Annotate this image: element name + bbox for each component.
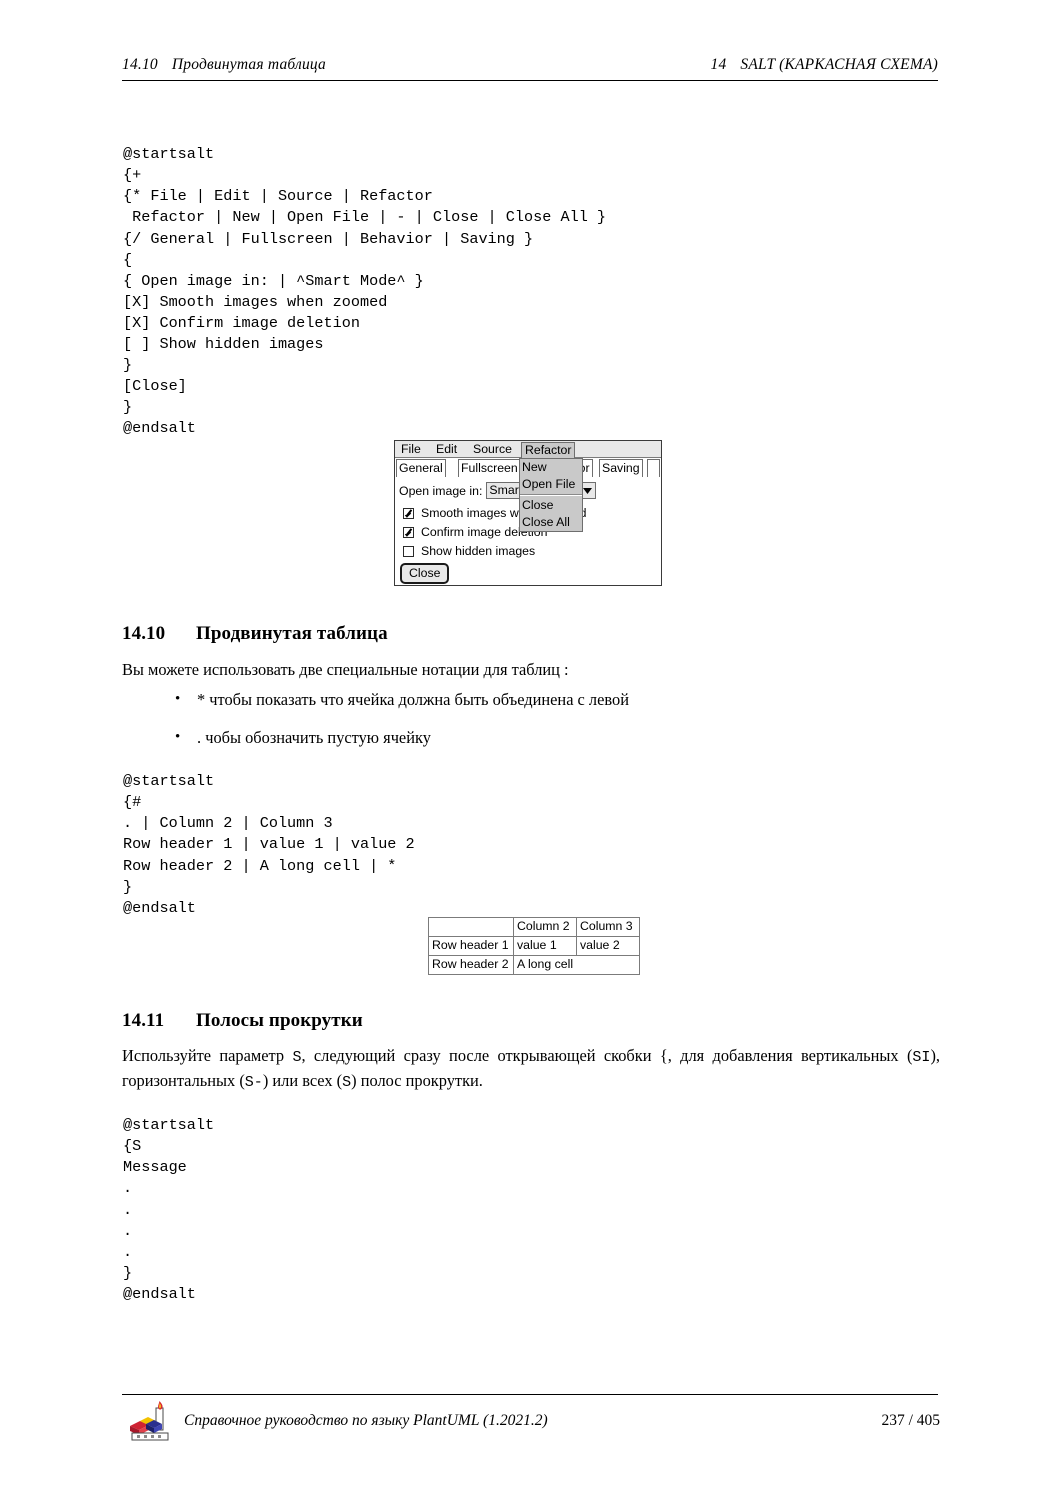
table-header-column-3: Column 3 — [576, 917, 640, 937]
table-row: Column 2 Column 3 — [428, 917, 640, 937]
bullet-marker: • — [175, 729, 181, 745]
header-rule — [122, 80, 938, 81]
code-block-salt-table: @startsalt {# . | Column 2 | Column 3 Ro… — [123, 772, 415, 917]
running-header: 14.10 Продвинутая таблица 14 SALT (КАРКАСН… — [122, 56, 938, 74]
bullet-text: * чтобы показать что ячейка должна быть … — [197, 690, 629, 709]
paragraph-14-11-part2: , следующий сразу после открывающей скоб… — [301, 1046, 913, 1065]
heading-14-11-title: Полосы прокрутки — [196, 1010, 363, 1031]
dropdown-item-new[interactable]: New — [520, 459, 582, 476]
salt-mockup-dialog: File Edit Source Refactor General Fullsc… — [394, 440, 662, 586]
menu-bar: File Edit Source Refactor — [395, 441, 661, 459]
footer-page-number: 237 / 405 — [881, 1412, 940, 1429]
dropdown-item-close-all[interactable]: Close All — [520, 514, 582, 531]
param-si: SI — [912, 1049, 931, 1066]
table-row: Row header 2 A long cell — [428, 955, 640, 975]
checkbox-confirm-deletion[interactable] — [403, 527, 414, 538]
bullet-list-14-10: • * чтобы показать что ячейка должна быт… — [175, 688, 935, 764]
checkbox-smooth-images[interactable] — [403, 508, 414, 519]
paragraph-14-11-part4: ) или всех ( — [262, 1071, 343, 1090]
checkbox-label-show-hidden: Show hidden images — [421, 544, 536, 558]
table-row-header-1: Row header 1 — [428, 936, 514, 956]
header-right: 14 SALT (КАРКАСНАЯ СХЕМА) — [711, 56, 939, 74]
tab-strip-filler — [647, 459, 660, 477]
refactor-dropdown-menu: New Open File Close Close All — [519, 458, 583, 532]
checkbox-row-show-hidden[interactable]: Show hidden images — [403, 545, 535, 558]
param-s-dash: S- — [244, 1074, 263, 1091]
table-row: Row header 1 value 1 value 2 — [428, 936, 640, 956]
header-left: 14.10 Продвинутая таблица — [122, 56, 326, 74]
table-cell-empty — [428, 917, 514, 937]
bullet-text: . чобы обозначить пустую ячейку — [197, 728, 431, 747]
plantuml-logo-icon — [126, 1400, 178, 1444]
bullet-marker: • — [175, 691, 181, 707]
dropdown-separator — [520, 494, 582, 496]
param-s-all: S — [342, 1074, 352, 1091]
dropdown-item-close[interactable]: Close — [520, 497, 582, 514]
page-footer: Справочное руководство по языку PlantUML… — [122, 1400, 940, 1444]
open-image-label: Open image in: — [399, 483, 483, 498]
tab-fullscreen[interactable]: Fullscreen — [458, 459, 521, 477]
close-button[interactable]: Close — [400, 563, 450, 584]
header-chapter-title: SALT (КАРКАСНАЯ СХЕМА) — [740, 56, 938, 73]
list-item: • * чтобы показать что ячейка должна быт… — [175, 688, 935, 711]
table-header-column-2: Column 2 — [513, 917, 577, 937]
dropdown-item-open-file[interactable]: Open File — [520, 476, 582, 493]
menu-item-edit[interactable]: Edit — [433, 442, 460, 457]
paragraph-14-10: Вы можете использовать две специальные н… — [122, 660, 569, 679]
paragraph-14-11-part1: Используйте параметр — [122, 1046, 293, 1065]
tab-general[interactable]: General — [396, 459, 446, 477]
heading-14-10-number: 14.10 — [122, 623, 166, 644]
table-cell-value-2: value 2 — [576, 936, 640, 956]
paragraph-14-11: Используйте параметр S , следующий сразу … — [122, 1044, 940, 1094]
document-page: 14.10 Продвинутая таблица 14 SALT (КАРКАСН… — [0, 0, 1060, 1500]
heading-14-11: 14.11 Полосы прокрутки — [122, 1010, 363, 1032]
list-item: • . чобы обозначить пустую ячейку — [175, 726, 935, 749]
salt-mockup-table: Column 2 Column 3 Row header 1 value 1 v… — [428, 917, 640, 975]
checkbox-show-hidden[interactable] — [403, 546, 414, 557]
paragraph-14-11-part5: ) полос прокрутки. — [351, 1071, 483, 1090]
tab-saving[interactable]: Saving — [599, 459, 643, 477]
table-cell-long: A long cell — [513, 955, 640, 975]
code-block-salt-menu: @startsalt {+ {* File | Edit | Source | … — [123, 145, 607, 438]
footer-title: Справочное руководство по языку PlantUML… — [184, 1412, 548, 1429]
header-chapter-number: 14 — [710, 56, 727, 73]
table-row-header-2: Row header 2 — [428, 955, 514, 975]
footer-rule — [122, 1394, 938, 1395]
heading-14-10-title: Продвинутая таблица — [196, 623, 388, 644]
table-cell-value-1: value 1 — [513, 936, 577, 956]
header-section-title: Продвинутая таблица — [171, 56, 327, 73]
header-section-number: 14.10 — [122, 56, 158, 73]
menu-item-refactor[interactable]: Refactor — [521, 442, 576, 459]
heading-14-10: 14.10 Продвинутая таблица — [122, 623, 388, 645]
heading-14-11-number: 14.11 — [122, 1010, 165, 1031]
menu-item-file[interactable]: File — [398, 442, 424, 457]
menu-item-source[interactable]: Source — [470, 442, 515, 457]
code-block-salt-scrollbars: @startsalt {S Message . . . . } @endsalt — [123, 1116, 215, 1303]
